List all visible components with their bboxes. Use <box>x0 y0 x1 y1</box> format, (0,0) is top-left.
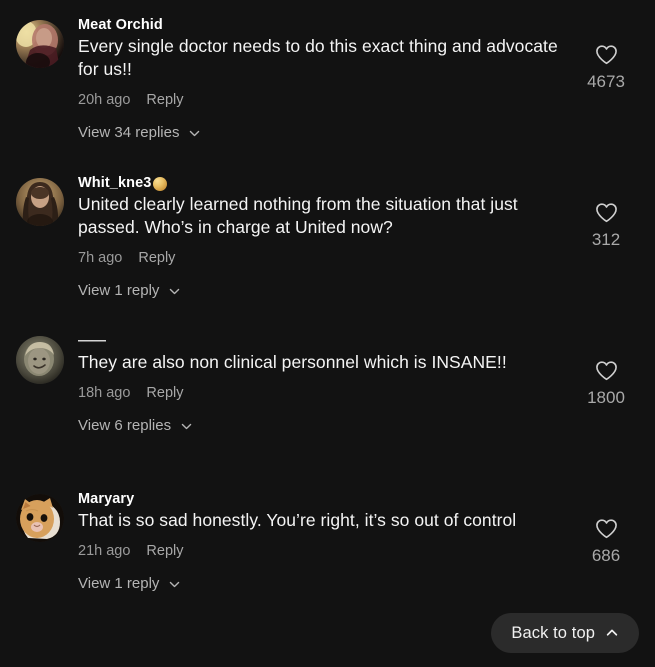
chevron-down-icon <box>168 285 181 298</box>
avatar-meat-orchid[interactable] <box>16 20 64 68</box>
heart-outline-icon[interactable] <box>594 358 619 383</box>
username[interactable]: Whit_kne3 <box>78 174 151 192</box>
username-row: Maryary <box>78 490 567 508</box>
timestamp: 20h ago <box>78 91 131 108</box>
like-column: 4673 <box>571 14 641 92</box>
avatar-container <box>16 172 64 226</box>
chevron-down-icon <box>168 578 181 591</box>
avatar-redacted-user[interactable] <box>16 336 64 384</box>
like-column: 312 <box>571 172 641 250</box>
comment-item: Meat Orchid Every single doctor needs to… <box>0 6 655 164</box>
potato-emoji <box>153 176 168 192</box>
comment-text: They are also non clinical personnel whi… <box>78 352 507 373</box>
chevron-down-icon <box>188 127 201 140</box>
comment-text: United clearly learned nothing from the … <box>78 194 518 237</box>
comment-body: —— They are also non clinical personnel … <box>78 330 567 435</box>
view-replies-label: View 1 reply <box>78 282 160 300</box>
like-column: 1800 <box>571 330 641 408</box>
view-replies-label: View 6 replies <box>78 417 172 435</box>
comment-meta: 7h ago Reply <box>78 250 567 267</box>
reply-button[interactable]: Reply <box>138 250 175 267</box>
timestamp: 21h ago <box>78 542 131 559</box>
avatar-whit-kne3[interactable] <box>16 178 64 226</box>
avatar-container <box>16 14 64 68</box>
like-count: 312 <box>591 230 621 249</box>
comment-text: Every single doctor needs to do this exa… <box>78 36 558 79</box>
reply-button[interactable]: Reply <box>146 543 183 560</box>
like-count: 686 <box>591 546 621 565</box>
reply-button[interactable]: Reply <box>146 385 183 402</box>
back-to-top-label: Back to top <box>511 623 595 642</box>
reply-button[interactable]: Reply <box>146 92 183 109</box>
heart-outline-icon[interactable] <box>594 200 619 225</box>
username-row: Meat Orchid <box>78 16 567 34</box>
username[interactable]: Meat Orchid <box>78 16 163 34</box>
chevron-down-icon <box>180 420 193 433</box>
view-replies-button[interactable]: View 1 reply <box>78 575 181 593</box>
comment-meta: 21h ago Reply <box>78 543 567 560</box>
comment-item: Whit_kne3 United clearly learned nothing… <box>0 164 655 322</box>
heart-outline-icon[interactable] <box>594 42 619 67</box>
like-count: 4673 <box>587 72 625 91</box>
comment-item: —— They are also non clinical personnel … <box>0 322 655 480</box>
comment-body: Maryary That is so sad honestly. You’re … <box>78 488 567 593</box>
view-replies-button[interactable]: View 6 replies <box>78 417 193 435</box>
timestamp: 7h ago <box>78 249 123 266</box>
username-row: —— <box>78 332 567 350</box>
view-replies-button[interactable]: View 34 replies <box>78 124 201 142</box>
comment-feed: Meat Orchid Every single doctor needs to… <box>0 0 655 667</box>
like-column: 686 <box>571 488 641 566</box>
timestamp: 18h ago <box>78 384 131 401</box>
comment-meta: 18h ago Reply <box>78 385 567 402</box>
view-replies-button[interactable]: View 1 reply <box>78 282 181 300</box>
chevron-up-icon <box>605 626 619 640</box>
back-to-top-button[interactable]: Back to top <box>491 613 639 653</box>
comment-meta: 20h ago Reply <box>78 92 567 109</box>
avatar-container <box>16 330 64 384</box>
avatar-maryary[interactable] <box>16 494 64 542</box>
comment-text: That is so sad honestly. You’re right, i… <box>78 510 517 531</box>
username[interactable]: —— <box>78 332 106 350</box>
view-replies-label: View 34 replies <box>78 124 180 142</box>
heart-outline-icon[interactable] <box>594 516 619 541</box>
avatar-container <box>16 488 64 542</box>
comment-body: Whit_kne3 United clearly learned nothing… <box>78 172 567 300</box>
comment-body: Meat Orchid Every single doctor needs to… <box>78 14 567 142</box>
like-count: 1800 <box>587 388 625 407</box>
username[interactable]: Maryary <box>78 490 134 508</box>
username-row: Whit_kne3 <box>78 174 567 192</box>
view-replies-label: View 1 reply <box>78 575 160 593</box>
